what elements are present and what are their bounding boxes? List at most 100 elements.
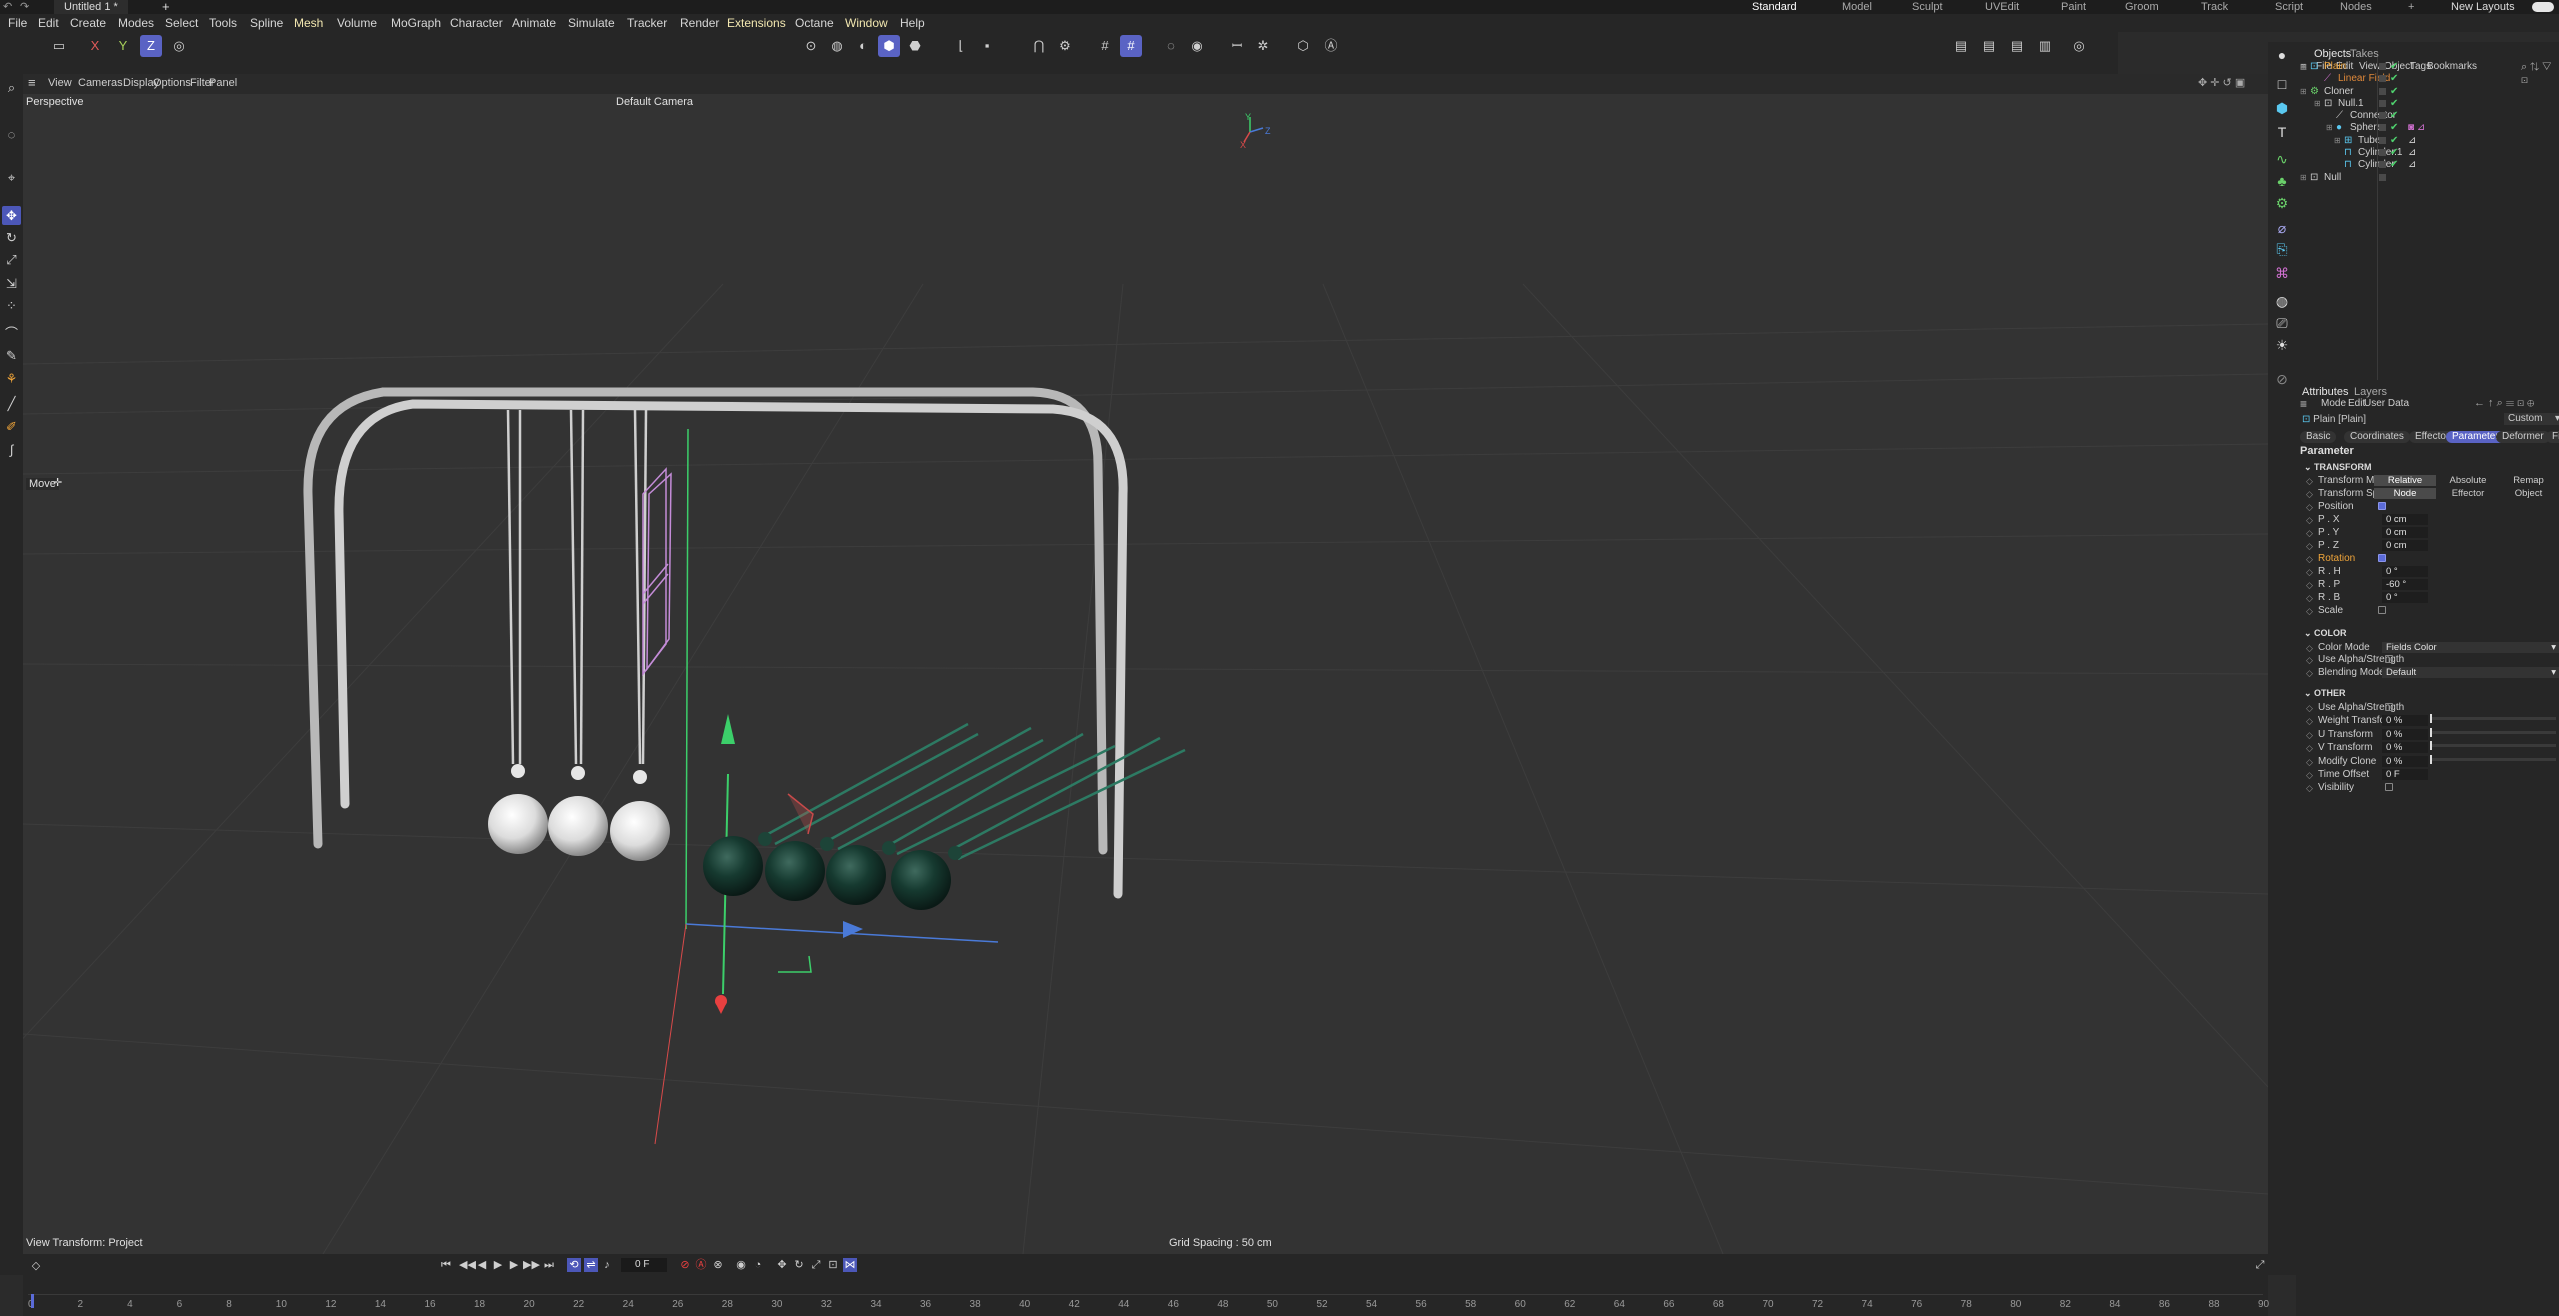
- keyframe-icon[interactable]: ◇: [2306, 527, 2313, 539]
- move-key-icon[interactable]: ✥: [775, 1258, 789, 1272]
- blend-mode-dropdown[interactable]: Default ▾: [2382, 667, 2559, 678]
- mode-absolute[interactable]: Absolute: [2437, 475, 2499, 486]
- viewport-nav-icons[interactable]: ✥ ✛ ↺ ▣: [2198, 76, 2245, 89]
- axis-z-button[interactable]: Z: [140, 35, 162, 57]
- menu-render[interactable]: Render: [680, 16, 719, 30]
- keyframe-icon[interactable]: ◇: [2306, 579, 2313, 591]
- pla-key-icon[interactable]: ⋈: [843, 1258, 857, 1272]
- enabled-check-icon[interactable]: ✔: [2390, 122, 2398, 134]
- render-active-icon[interactable]: ▤: [1978, 35, 2000, 57]
- current-frame-field[interactable]: 0 F: [621, 1258, 667, 1272]
- magnet-icon[interactable]: ∫: [2, 440, 21, 459]
- move-tool-icon[interactable]: ✥: [2, 206, 21, 225]
- menu-character[interactable]: Character: [450, 16, 503, 30]
- object-name[interactable]: Null.1: [2338, 98, 2364, 110]
- keyframe-icon[interactable]: ◇: [2306, 514, 2313, 526]
- space-effector[interactable]: Effector: [2437, 488, 2499, 499]
- edges-mode-icon[interactable]: ◍: [826, 35, 848, 57]
- pz-field[interactable]: 0 cm: [2382, 540, 2428, 551]
- object-row-cylinder-1[interactable]: ⊓Cylinder.1✔⊿: [2296, 147, 2559, 159]
- layout-tab-script[interactable]: Script: [2275, 0, 2303, 14]
- px-field[interactable]: 0 cm: [2382, 514, 2428, 525]
- coordinate-system-icon[interactable]: ◎: [168, 35, 190, 57]
- environment-icon[interactable]: ◍: [2271, 290, 2293, 312]
- object-row-sphere[interactable]: ⊞ ● Sphere ✔ ◙ ⊿: [2296, 122, 2559, 134]
- py-field[interactable]: 0 cm: [2382, 527, 2428, 538]
- weight-field[interactable]: 0 %: [2382, 715, 2428, 726]
- menu-edit[interactable]: Edit: [38, 16, 59, 30]
- attributes-menu-mode[interactable]: Mode: [2321, 398, 2346, 409]
- enabled-check-icon[interactable]: ✔: [2390, 98, 2398, 110]
- keyframe-icon[interactable]: ◇: [2306, 654, 2313, 666]
- axis-y-button[interactable]: Y: [112, 35, 134, 57]
- enabled-check-icon[interactable]: ✔: [2390, 147, 2398, 159]
- keyframe-icon[interactable]: ◇: [2306, 702, 2313, 714]
- rotation-checkbox[interactable]: [2378, 554, 2386, 562]
- lock-icon[interactable]: ⬡: [1292, 35, 1314, 57]
- position-checkbox[interactable]: [2378, 502, 2386, 510]
- tag-icon[interactable]: ⊿: [2408, 147, 2416, 159]
- snap-icon[interactable]: ⋂: [1028, 35, 1050, 57]
- other-section[interactable]: ⌄ OTHER: [2304, 688, 2346, 699]
- sound-icon[interactable]: ♪: [600, 1258, 614, 1272]
- auto-icon[interactable]: Ⓐ: [1320, 35, 1342, 57]
- go-to-start-icon[interactable]: ⏮: [439, 1258, 453, 1272]
- layer-swatch[interactable]: [2379, 137, 2386, 144]
- keyframe-icon[interactable]: ◇: [2306, 540, 2313, 552]
- mode-relative[interactable]: Relative: [2374, 475, 2436, 486]
- spline-icon[interactable]: ⚘: [2, 369, 21, 388]
- keyframe-icon[interactable]: ◇: [2306, 756, 2313, 768]
- keyframe-icon[interactable]: ◇: [2306, 488, 2313, 500]
- render-region-icon[interactable]: ◌: [1160, 35, 1182, 57]
- loop-icon[interactable]: ⟲: [567, 1258, 581, 1272]
- attributes-nav-icons[interactable]: ← ↑ ⌕ ☰ ⊡ ⊕: [2474, 397, 2534, 410]
- tag-icon[interactable]: ⊿: [2408, 159, 2416, 171]
- expand-icon[interactable]: ⊞: [2334, 135, 2341, 147]
- attributes-menu-edit[interactable]: Edit: [2348, 398, 2365, 409]
- preset-dropdown[interactable]: Custom ▾: [2504, 413, 2559, 425]
- null-object-icon[interactable]: ●: [2271, 44, 2293, 66]
- clone-field[interactable]: 0 %: [2382, 756, 2428, 767]
- go-to-end-icon[interactable]: ⏭: [542, 1258, 556, 1272]
- axis-x-button[interactable]: X: [84, 35, 106, 57]
- menu-spline[interactable]: Spline: [250, 16, 283, 30]
- layer-swatch[interactable]: [2379, 161, 2386, 168]
- texture-mode-icon[interactable]: ⬣: [904, 35, 926, 57]
- settings-icon[interactable]: ✲: [1252, 35, 1274, 57]
- keyframe-icon[interactable]: ◇: [2306, 592, 2313, 604]
- motion-record-icon[interactable]: ◉: [734, 1258, 748, 1272]
- clone-slider[interactable]: [2430, 755, 2556, 764]
- enabled-check-icon[interactable]: ✔: [2390, 110, 2398, 122]
- keyframe-icon[interactable]: ◇: [2306, 742, 2313, 754]
- scale-checkbox[interactable]: [2378, 606, 2386, 614]
- color-alpha-checkbox[interactable]: [2385, 655, 2393, 663]
- rp-field[interactable]: -60 °: [2382, 579, 2428, 590]
- keyframe-icon[interactable]: ◇: [2306, 769, 2313, 781]
- mode-remap[interactable]: Remap: [2500, 475, 2557, 486]
- keyframe-icon[interactable]: ◇: [2306, 605, 2313, 617]
- text-icon[interactable]: T: [2271, 121, 2293, 143]
- object-row-tube[interactable]: ⊞ ⊞ Tube ✔ ⊿: [2296, 135, 2559, 147]
- menu-modes[interactable]: Modes: [118, 16, 154, 30]
- workplane-icon[interactable]: #: [1094, 35, 1116, 57]
- layer-swatch[interactable]: [2379, 124, 2386, 131]
- color-section[interactable]: ⌄ COLOR: [2304, 628, 2347, 639]
- object-row-null[interactable]: ⊞ ⊡ Null: [2296, 172, 2559, 184]
- autokey-icon[interactable]: Ⓐ: [694, 1258, 708, 1272]
- render-view-icon[interactable]: ◉: [1186, 35, 1208, 57]
- object-row-linear-field[interactable]: ⟋ Linear Field ✔: [2296, 73, 2559, 85]
- tag-icon[interactable]: ⊘: [2271, 368, 2293, 390]
- layout-toggle[interactable]: [2532, 2, 2554, 12]
- cube-icon[interactable]: ⬢: [2271, 97, 2293, 119]
- v-field[interactable]: 0 %: [2382, 742, 2428, 753]
- forward-icon[interactable]: ↷: [20, 0, 29, 13]
- pen-icon[interactable]: ✎: [2, 346, 21, 365]
- play-icon[interactable]: ▶: [491, 1258, 505, 1272]
- menu-volume[interactable]: Volume: [337, 16, 377, 30]
- picture-viewer-icon[interactable]: ▥: [2034, 35, 2056, 57]
- layout-tab-track[interactable]: Track: [2201, 0, 2228, 14]
- keyframe-selection-icon[interactable]: ⊗: [711, 1258, 725, 1272]
- page-tab-coordinates[interactable]: Coordinates: [2344, 431, 2410, 443]
- knife-icon[interactable]: ⌒: [2, 324, 21, 343]
- color-mode-dropdown[interactable]: Fields Color ▾: [2382, 642, 2559, 653]
